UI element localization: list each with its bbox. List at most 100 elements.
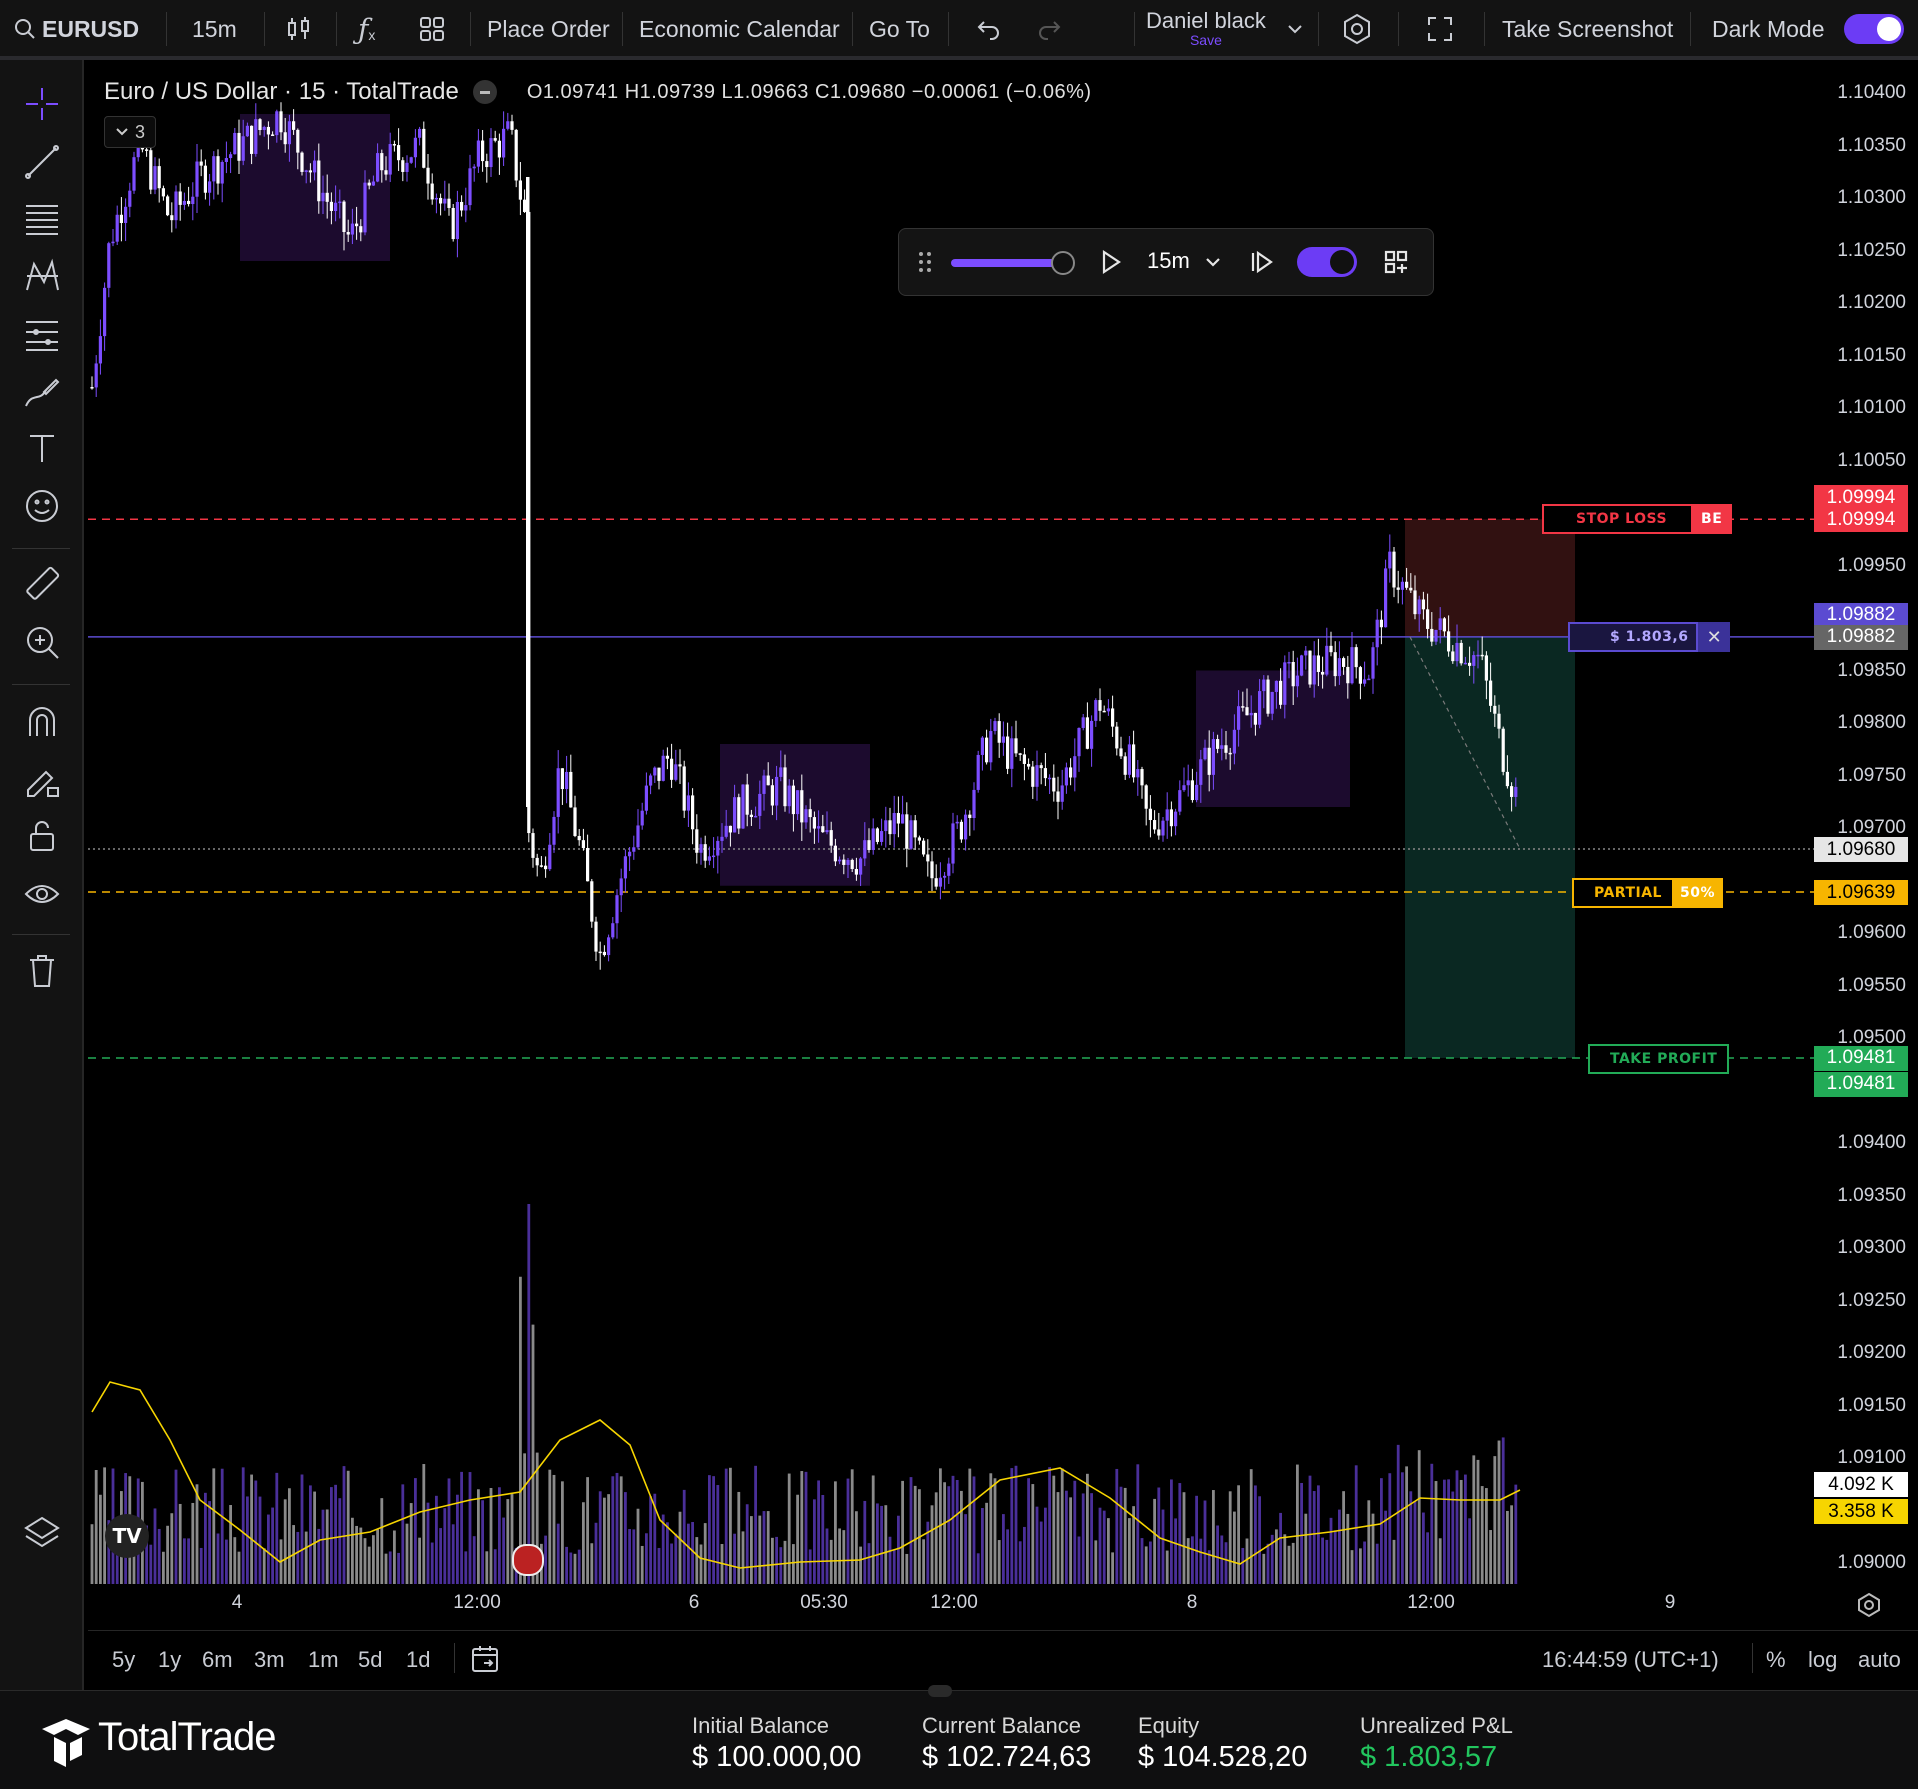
pattern-tool[interactable] xyxy=(16,254,68,298)
zoom-tool[interactable] xyxy=(16,620,68,664)
clock-timezone[interactable]: 16:44:59 (UTC+1) xyxy=(1542,1647,1719,1673)
volume-bar xyxy=(1237,1485,1240,1584)
take-screenshot-button[interactable]: Take Screenshot xyxy=(1502,0,1673,58)
step-forward-icon[interactable] xyxy=(1249,249,1275,275)
candle-body xyxy=(586,847,590,882)
range-1d[interactable]: 1d xyxy=(406,1647,430,1673)
fullscreen-button[interactable] xyxy=(1426,0,1454,58)
volume-bar xyxy=(817,1480,820,1584)
layouts-button[interactable] xyxy=(418,0,446,58)
candle-body xyxy=(1350,647,1354,684)
symbol-search[interactable]: EURUSD xyxy=(14,0,139,58)
volume-bar xyxy=(834,1481,837,1584)
forecast-tool[interactable] xyxy=(16,312,68,356)
text-tool[interactable] xyxy=(16,426,68,470)
candle-body xyxy=(741,784,745,829)
stop-loss-label[interactable]: STOP LOSS BE xyxy=(1542,504,1733,534)
range-6m[interactable]: 6m xyxy=(202,1647,233,1673)
object-tree-button[interactable] xyxy=(16,1510,68,1554)
close-position-button[interactable]: ✕ xyxy=(1698,622,1731,652)
redo-button[interactable] xyxy=(1036,0,1062,58)
range-5d[interactable]: 5d xyxy=(358,1647,382,1673)
play-icon[interactable] xyxy=(1099,249,1123,275)
candle-body xyxy=(1438,618,1442,630)
chevron-down-icon[interactable] xyxy=(1205,256,1221,268)
volume-bar xyxy=(1283,1534,1287,1584)
volume-bar xyxy=(1220,1535,1224,1584)
log-scale-toggle[interactable]: log xyxy=(1808,1647,1837,1673)
toggle-switch[interactable] xyxy=(1844,14,1904,44)
volume-bar xyxy=(804,1471,808,1584)
magnet-tool[interactable] xyxy=(16,700,68,744)
economic-calendar-button[interactable]: Economic Calendar xyxy=(639,0,840,58)
volume-bar xyxy=(1279,1512,1282,1584)
crosshair-tool[interactable] xyxy=(16,82,68,126)
range-1y[interactable]: 1y xyxy=(158,1647,181,1673)
range-box[interactable] xyxy=(1196,670,1350,808)
break-even-button[interactable]: BE xyxy=(1691,504,1733,534)
candle-body xyxy=(1325,645,1329,675)
take-profit-label[interactable]: TAKE PROFIT xyxy=(1588,1044,1730,1074)
hide-drawings-tool[interactable] xyxy=(16,872,68,916)
range-5y[interactable]: 5y xyxy=(112,1647,135,1673)
volume-bar xyxy=(955,1479,959,1584)
trend-line-tool[interactable] xyxy=(16,140,68,184)
candle-body xyxy=(1111,708,1115,727)
measure-tool[interactable] xyxy=(16,562,68,606)
fib-tool[interactable] xyxy=(16,196,68,240)
volume-bar xyxy=(594,1522,598,1584)
volume-bar xyxy=(1363,1541,1366,1584)
lock-drawings-tool[interactable] xyxy=(16,814,68,858)
position-label[interactable]: $ 1.803,6 ✕ xyxy=(1568,622,1731,652)
volume-bar xyxy=(313,1491,316,1584)
go-to-button[interactable]: Go To xyxy=(869,0,930,58)
candle-body xyxy=(430,183,434,200)
drag-handle-icon[interactable] xyxy=(917,250,933,274)
replay-speed-slider[interactable] xyxy=(951,259,1055,267)
candle-body xyxy=(132,157,136,191)
candle-body xyxy=(493,138,497,141)
layout-save-button[interactable]: Daniel black Save xyxy=(1146,0,1266,58)
place-order-button[interactable]: Place Order xyxy=(487,0,610,58)
volume-bar xyxy=(682,1489,686,1584)
panel-resize-handle[interactable] xyxy=(928,1685,952,1697)
delete-drawings-tool[interactable] xyxy=(16,948,68,992)
interval-button[interactable]: 15m xyxy=(192,0,237,58)
candle-body xyxy=(581,840,585,848)
candle-body xyxy=(842,859,846,865)
layout-add-icon[interactable] xyxy=(1383,249,1409,275)
volume-bar xyxy=(1304,1513,1308,1584)
volume-bar xyxy=(1434,1481,1438,1584)
indicators-button[interactable]: ƒx xyxy=(358,0,375,58)
auto-scale-toggle[interactable]: auto xyxy=(1858,1647,1901,1673)
range-1m[interactable]: 1m xyxy=(308,1647,339,1673)
emoji-tool[interactable] xyxy=(16,484,68,528)
calendar-range-icon[interactable] xyxy=(470,1643,502,1675)
candle-body xyxy=(1472,655,1476,666)
settings-button[interactable] xyxy=(1340,0,1374,58)
replay-interval[interactable]: 15m xyxy=(1147,248,1190,274)
replay-toggle[interactable] xyxy=(1297,247,1357,277)
partial-label[interactable]: PARTIAL 50% xyxy=(1572,878,1723,908)
chart-type-button[interactable] xyxy=(286,0,312,58)
dark-mode-toggle[interactable] xyxy=(1844,0,1904,58)
stay-drawing-tool[interactable] xyxy=(16,758,68,802)
range-3m[interactable]: 3m xyxy=(254,1647,285,1673)
candle-body xyxy=(418,128,422,138)
time-tick: 12:00 xyxy=(930,1592,978,1613)
price-axis[interactable]: 1.10400 1.10350 1.10300 1.10250 1.10200 1.101… xyxy=(1812,64,1918,1584)
us-flag-event-icon[interactable] xyxy=(512,1544,544,1576)
slider-handle[interactable] xyxy=(1051,251,1075,275)
volume-bar xyxy=(296,1531,300,1584)
volume-bar xyxy=(439,1528,442,1584)
stop-loss-zone[interactable] xyxy=(1405,519,1575,637)
volume-bar xyxy=(607,1494,610,1584)
percent-scale-toggle[interactable]: % xyxy=(1766,1647,1786,1673)
axis-settings-icon[interactable] xyxy=(1856,1592,1882,1618)
indicators-collapse-button[interactable]: 3 xyxy=(104,116,156,148)
undo-button[interactable] xyxy=(976,0,1002,58)
candle-body xyxy=(451,207,455,240)
layout-dropdown-button[interactable] xyxy=(1286,0,1304,58)
range-box[interactable] xyxy=(240,114,390,261)
brush-tool[interactable] xyxy=(16,370,68,414)
